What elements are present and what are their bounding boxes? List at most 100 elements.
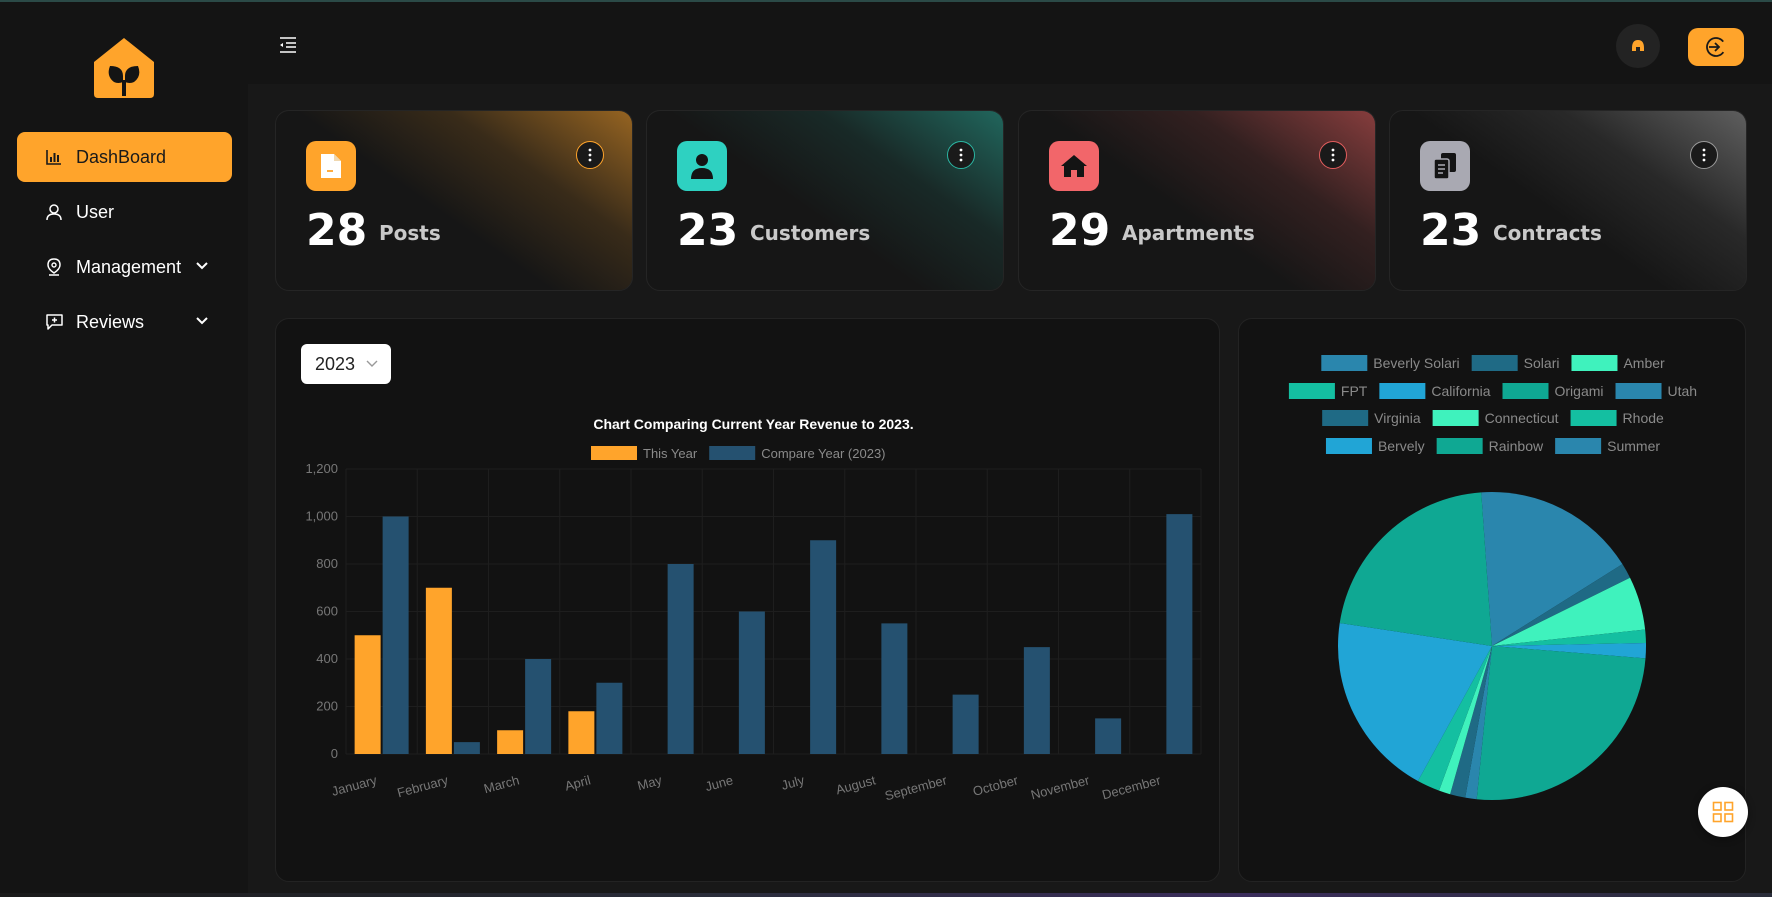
pie-slice — [1339, 492, 1492, 646]
sidebar-item-management[interactable]: Management — [17, 242, 232, 292]
stat-count: 28 — [306, 205, 368, 256]
sidebar-item-reviews[interactable]: Reviews — [17, 297, 232, 347]
stat-card-contracts: 23 Contracts — [1389, 110, 1747, 291]
chart-bar-icon — [45, 148, 63, 166]
avatar[interactable] — [1616, 24, 1660, 68]
clipboard-icon — [1420, 141, 1470, 191]
card-menu-button[interactable] — [947, 141, 975, 169]
x-tick-label: August — [834, 772, 877, 797]
house-icon — [1049, 141, 1099, 191]
x-tick-label: June — [704, 772, 735, 794]
legend-swatch — [1432, 410, 1479, 426]
bar-chart: Chart Comparing Current Year Revenue to … — [305, 416, 1202, 803]
legend-label: Virginia — [1374, 410, 1421, 426]
sidebar-item-user[interactable]: User — [17, 187, 232, 237]
legend-swatch — [709, 446, 756, 460]
stat-label: Posts — [379, 221, 441, 245]
grid-icon — [1712, 801, 1734, 823]
bar-this-year — [497, 730, 524, 754]
bar-compare-year — [453, 742, 480, 754]
card-menu-button[interactable] — [1690, 141, 1718, 169]
card-glow — [276, 111, 632, 290]
card-menu-button[interactable] — [1319, 141, 1347, 169]
x-tick-label: February — [396, 772, 451, 800]
bar-compare-year — [738, 611, 765, 754]
revenue-chart-panel: 2023 Chart Comparing Current Year Revenu… — [275, 318, 1220, 882]
comment-plus-icon — [45, 313, 63, 331]
legend-label: Rhode — [1623, 410, 1664, 426]
stat-card-apartments: 29 Apartments — [1018, 110, 1376, 291]
legend-swatch — [1288, 383, 1335, 399]
logo-icon[interactable] — [92, 36, 156, 100]
legend-swatch — [1570, 410, 1617, 426]
sidebar-item-label: Management — [76, 256, 182, 277]
y-tick-label: 1,000 — [305, 509, 338, 524]
pie-chart: Beverly Solari Solari Amber FPT California Or… — [1288, 355, 1698, 800]
legend-swatch — [1555, 438, 1602, 454]
stat-label: Contracts — [1493, 221, 1602, 245]
legend-label: Bervely — [1378, 438, 1425, 454]
legend-label: Origami — [1555, 383, 1604, 399]
legend-label: FPT — [1341, 383, 1368, 399]
bar-compare-year — [1166, 514, 1193, 754]
sidebar: DashBoard User Management Reviews — [0, 4, 248, 897]
more-vertical-icon — [588, 148, 592, 162]
stat-count: 23 — [1420, 205, 1482, 256]
bar-compare-year — [1023, 647, 1050, 754]
user-icon — [45, 203, 63, 221]
chart-title: Chart Comparing Current Year Revenue to … — [593, 416, 913, 432]
bottom-strip — [0, 893, 1772, 897]
topbar — [248, 4, 1772, 84]
bar-this-year — [568, 711, 595, 754]
legend-label: Amber — [1623, 355, 1665, 371]
chevron-down-icon[interactable] — [194, 313, 210, 329]
logout-icon — [1706, 37, 1726, 57]
sidebar-nav: DashBoard User Management Reviews — [17, 132, 232, 352]
more-vertical-icon — [959, 148, 963, 162]
sidebar-item-label: User — [76, 201, 115, 222]
chevron-down-icon[interactable] — [194, 258, 210, 274]
bar-compare-year — [810, 540, 837, 754]
sidebar-item-dashboard[interactable]: DashBoard — [17, 132, 232, 182]
helmet-icon — [1632, 40, 1644, 51]
pie-slice — [1476, 646, 1646, 800]
bar-compare-year — [596, 682, 623, 754]
legend-label: California — [1431, 383, 1490, 399]
x-tick-label: July — [780, 772, 807, 793]
legend-swatch — [1325, 438, 1372, 454]
x-tick-label: December — [1100, 772, 1162, 802]
legend-swatch — [1571, 355, 1618, 371]
legend-label: Utah — [1668, 383, 1698, 399]
legend-swatch — [1322, 410, 1369, 426]
card-glow — [1390, 111, 1746, 290]
x-tick-label: October — [971, 772, 1020, 799]
card-menu-button[interactable] — [576, 141, 604, 169]
legend-label: Beverly Solari — [1373, 355, 1459, 371]
stat-label: Apartments — [1122, 221, 1255, 245]
stat-count: 23 — [677, 205, 739, 256]
legend-label: Summer — [1607, 438, 1660, 454]
legend-label: Compare Year (2023) — [761, 446, 885, 461]
person-icon — [677, 141, 727, 191]
x-tick-label: May — [636, 772, 664, 793]
main-content: 28 Posts 23 Customers 29 Apartments 23 C… — [248, 84, 1772, 895]
location-pin-icon — [45, 258, 63, 276]
legend-swatch — [1436, 438, 1483, 454]
y-tick-label: 800 — [316, 556, 338, 571]
stat-label: Customers — [750, 221, 871, 245]
menu-collapse-icon[interactable] — [278, 35, 298, 55]
apps-grid-button[interactable] — [1698, 787, 1748, 837]
x-tick-label: January — [330, 772, 379, 799]
card-glow — [647, 111, 1003, 290]
document-icon — [306, 141, 356, 191]
x-tick-label: September — [883, 772, 949, 803]
legend-swatch — [1502, 383, 1549, 399]
logout-button[interactable] — [1688, 28, 1744, 66]
x-tick-label: March — [482, 772, 521, 796]
x-tick-label: April — [563, 772, 592, 793]
app-window: DashBoard User Management Reviews 28 Pos… — [0, 0, 1772, 897]
sidebar-item-label: Reviews — [76, 311, 145, 332]
x-tick-label: November — [1029, 772, 1091, 802]
bar-this-year — [354, 635, 381, 754]
stat-card-customers: 23 Customers — [646, 110, 1004, 291]
